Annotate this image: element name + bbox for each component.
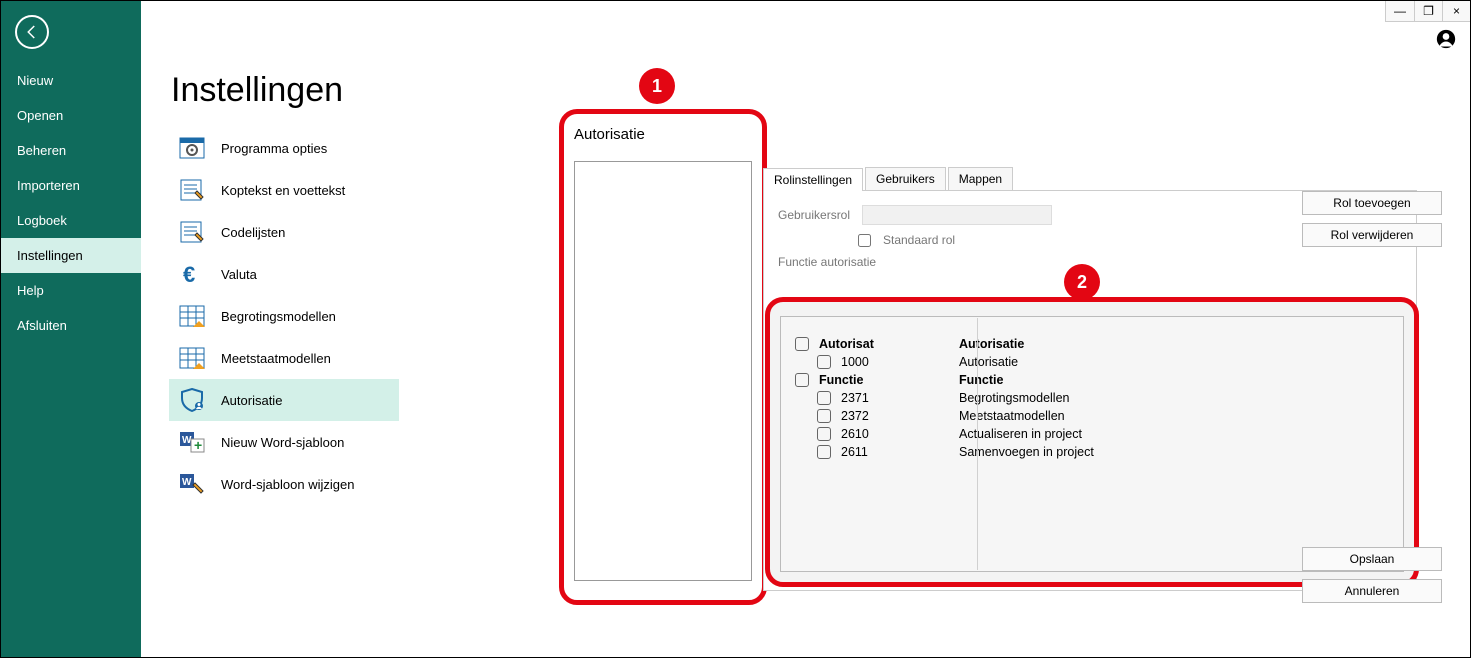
grid-checkbox[interactable] [817,391,831,405]
codelist-icon [177,219,207,245]
tab-mappen[interactable]: Mappen [948,167,1013,190]
settings-item-label: Begrotingsmodellen [221,309,336,324]
settings-item-label: Koptekst en voettekst [221,183,345,198]
user-account-icon[interactable] [1436,29,1456,54]
sidebar-item-nieuw[interactable]: Nieuw [1,63,141,98]
settings-item-nieuw-word-sjabloon[interactable]: W+ Nieuw Word-sjabloon [169,421,399,463]
window-controls: — ❐ × [1385,1,1470,22]
sidebar-item-afsluiten[interactable]: Afsluiten [1,308,141,343]
grid-checkbox[interactable] [795,373,809,387]
settings-item-label: Meetstaatmodellen [221,351,331,366]
word-new-icon: W+ [177,429,207,455]
grid-header-code: Functie [819,373,959,387]
grid-checkbox[interactable] [795,337,809,351]
budget-model-icon [177,303,207,329]
settings-item-koptekst-voettekst[interactable]: Koptekst en voettekst [169,169,399,211]
backstage-sidebar: Nieuw Openen Beheren Importeren Logboek … [1,1,141,657]
window-minimize-button[interactable]: — [1386,1,1414,21]
grid-row[interactable]: 2372 Meetstaatmodellen [795,407,1389,425]
callout-2-panel: Autorisat Autorisatie 1000 Autorisatie F… [765,297,1419,587]
grid-checkbox[interactable] [817,445,831,459]
sidebar-item-importeren[interactable]: Importeren [1,168,141,203]
functie-autorisatie-grid[interactable]: Autorisat Autorisatie 1000 Autorisatie F… [780,316,1404,572]
window-maximize-button[interactable]: ❐ [1414,1,1442,21]
sidebar-item-openen[interactable]: Openen [1,98,141,133]
gebruikersrol-label: Gebruikersrol [778,208,850,222]
grid-cell-desc: Samenvoegen in project [959,445,1094,459]
word-edit-icon: W [177,471,207,497]
window-close-button[interactable]: × [1442,1,1470,21]
grid-cell-code: 2610 [841,427,959,441]
page-title: Instellingen [141,1,1470,124]
grid-checkbox[interactable] [817,355,831,369]
sidebar-item-instellingen[interactable]: Instellingen [1,238,141,273]
standaard-rol-label: Standaard rol [883,233,955,247]
gear-icon [177,135,207,161]
sidebar-item-help[interactable]: Help [1,273,141,308]
tab-rolinstellingen[interactable]: Rolinstellingen [763,168,863,191]
grid-column-divider [977,318,978,570]
callout-1-panel: Autorisatie [559,109,767,605]
svg-text:W: W [182,477,192,488]
settings-item-programma-opties[interactable]: Programma opties [169,127,399,169]
grid-row[interactable]: 1000 Autorisatie [795,353,1389,371]
settings-item-codelijsten[interactable]: Codelijsten [169,211,399,253]
header-footer-icon [177,177,207,203]
form-actions: Opslaan Annuleren [1302,547,1442,603]
settings-item-label: Word-sjabloon wijzigen [221,477,354,492]
settings-category-list: Programma opties Koptekst en voettekst C… [169,127,399,505]
standaard-rol-checkbox[interactable] [858,234,871,247]
remove-role-button[interactable]: Rol verwijderen [1302,223,1442,247]
detail-tabs: Rolinstellingen Gebruikers Mappen [763,167,1417,191]
grid-header-code: Autorisat [819,337,959,351]
grid-cell-code: 2371 [841,391,959,405]
tab-gebruikers[interactable]: Gebruikers [865,167,946,190]
settings-item-label: Valuta [221,267,257,282]
grid-cell-desc: Meetstaatmodellen [959,409,1065,423]
euro-icon: € [177,261,207,287]
grid-checkbox[interactable] [817,409,831,423]
settings-item-label: Nieuw Word-sjabloon [221,435,344,450]
grid-group-header[interactable]: Autorisat Autorisatie [795,335,1389,353]
settings-item-valuta[interactable]: € Valuta [169,253,399,295]
role-actions: Rol toevoegen Rol verwijderen [1302,191,1442,247]
grid-cell-code: 2372 [841,409,959,423]
autorisatie-list-title: Autorisatie [574,126,752,143]
sidebar-item-logboek[interactable]: Logboek [1,203,141,238]
cancel-button[interactable]: Annuleren [1302,579,1442,603]
settings-item-autorisatie[interactable]: Autorisatie [169,379,399,421]
save-button[interactable]: Opslaan [1302,547,1442,571]
svg-text:€: € [183,263,195,285]
grid-cell-desc: Autorisatie [959,355,1018,369]
measurement-model-icon [177,345,207,371]
add-role-button[interactable]: Rol toevoegen [1302,191,1442,215]
callout-badge-1: 1 [639,68,675,104]
autorisatie-role-listbox[interactable] [574,161,752,581]
sidebar-item-beheren[interactable]: Beheren [1,133,141,168]
settings-item-label: Autorisatie [221,393,282,408]
svg-text:+: + [194,437,202,453]
settings-item-label: Codelijsten [221,225,285,240]
grid-header-desc: Functie [959,373,1003,387]
grid-cell-desc: Begrotingsmodellen [959,391,1070,405]
grid-cell-code: 1000 [841,355,959,369]
main-area: Instellingen Programma opties Koptekst e… [141,1,1470,657]
grid-header-desc: Autorisatie [959,337,1024,351]
settings-item-meetstaatmodellen[interactable]: Meetstaatmodellen [169,337,399,379]
grid-row[interactable]: 2610 Actualiseren in project [795,425,1389,443]
callout-badge-2: 2 [1064,264,1100,300]
settings-item-begrotingsmodellen[interactable]: Begrotingsmodellen [169,295,399,337]
grid-cell-code: 2611 [841,445,959,459]
shield-icon [177,387,207,413]
settings-item-word-sjabloon-wijzigen[interactable]: W Word-sjabloon wijzigen [169,463,399,505]
back-button[interactable] [15,15,49,49]
grid-row[interactable]: 2371 Begrotingsmodellen [795,389,1389,407]
gebruikersrol-input[interactable] [862,205,1052,225]
settings-item-label: Programma opties [221,141,327,156]
grid-group-header[interactable]: Functie Functie [795,371,1389,389]
grid-row[interactable]: 2611 Samenvoegen in project [795,443,1389,461]
grid-checkbox[interactable] [817,427,831,441]
